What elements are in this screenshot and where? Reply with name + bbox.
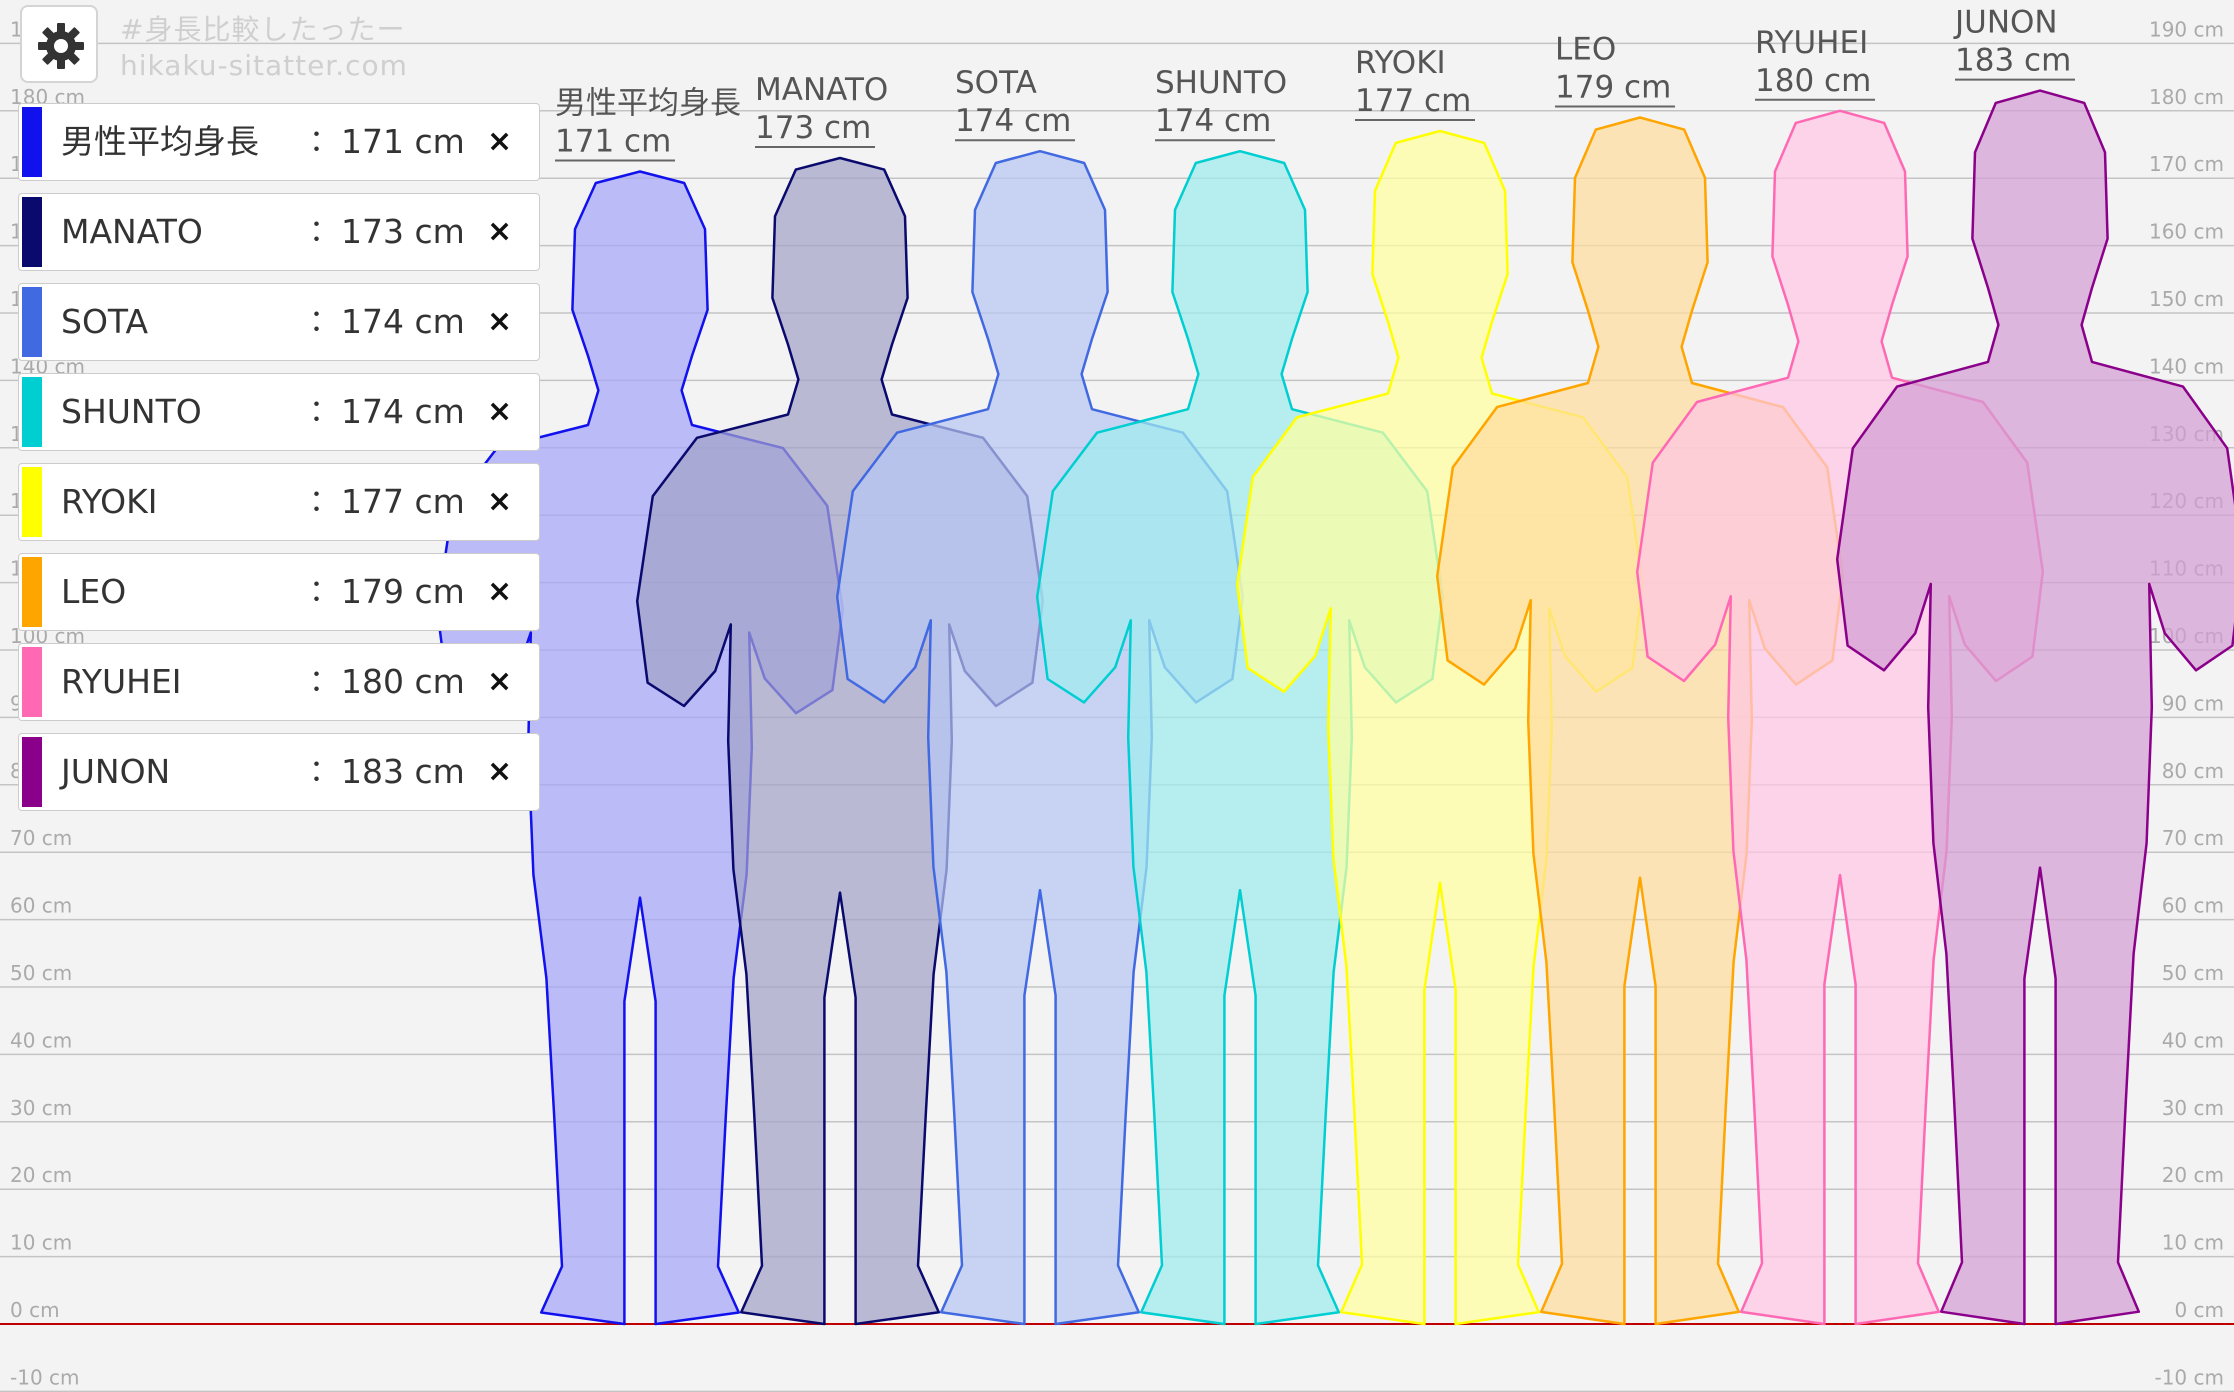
legend-name: RYUHEI (61, 662, 182, 701)
tick-label-right: 150 cm (2149, 287, 2224, 311)
legend-colon: ： (309, 214, 339, 249)
figure-name-label: JUNON (1953, 5, 2058, 41)
tick-label-right: 50 cm (2162, 961, 2224, 985)
tick-label-right: 170 cm (2149, 152, 2224, 176)
legend-colon: ： (309, 304, 339, 339)
color-swatch (22, 467, 42, 537)
tick-label-right: 10 cm (2162, 1231, 2224, 1255)
remove-button[interactable]: × (487, 284, 512, 360)
legend-item[interactable]: JUNON ： 183 cm × (18, 733, 540, 811)
figure-height-label: 173 cm (755, 110, 871, 146)
legend-colon: ： (309, 484, 339, 519)
legend-colon: ： (309, 574, 339, 609)
tick-label-left: 0 cm (10, 1298, 60, 1322)
tick-label-left: -10 cm (10, 1365, 80, 1389)
legend-item[interactable]: MANATO ： 173 cm × (18, 193, 540, 271)
legend-item[interactable]: SOTA ： 174 cm × (18, 283, 540, 361)
remove-button[interactable]: × (487, 734, 512, 810)
figure-height-label: 180 cm (1755, 63, 1871, 99)
legend-height: 180 cm (341, 662, 465, 701)
figure-height-label: 171 cm (555, 123, 671, 159)
legend-colon: ： (309, 754, 339, 789)
legend-item[interactable]: 男性平均身長 ： 171 cm × (18, 103, 540, 181)
tick-label-right: 90 cm (2162, 691, 2224, 715)
figure-name-label: SHUNTO (1155, 65, 1287, 101)
figure-name-label: SOTA (955, 65, 1037, 101)
remove-button[interactable]: × (487, 644, 512, 720)
figure-height-label: 183 cm (1955, 43, 2071, 79)
tick-label-left: 70 cm (10, 826, 72, 850)
legend-height: 177 cm (341, 482, 465, 521)
tick-label-left: 10 cm (10, 1231, 72, 1255)
gear-icon (38, 23, 84, 69)
tick-label-right: 140 cm (2149, 354, 2224, 378)
remove-button[interactable]: × (487, 464, 512, 540)
legend-name: MANATO (61, 212, 203, 251)
figures (435, 89, 2234, 1326)
figure-name-label: RYOKI (1355, 45, 1446, 81)
site-branding: #身長比較したったー hikaku-sitatter.com (120, 12, 408, 84)
legend-colon: ： (309, 124, 339, 159)
color-swatch (22, 287, 42, 357)
tick-label-left: 60 cm (10, 894, 72, 918)
legend-height: 173 cm (341, 212, 465, 251)
color-swatch (22, 647, 42, 717)
legend-name: SHUNTO (61, 392, 202, 431)
tick-label-right: 160 cm (2149, 220, 2224, 244)
figure-height-label: 174 cm (955, 103, 1071, 139)
color-swatch (22, 377, 42, 447)
legend-colon: ： (309, 394, 339, 429)
legend-height: 179 cm (341, 572, 465, 611)
legend-name: 男性平均身長 (61, 122, 259, 161)
color-swatch (22, 557, 42, 627)
color-swatch (22, 737, 42, 807)
figure-name-label: LEO (1555, 32, 1616, 68)
figure-height-label: 174 cm (1155, 103, 1271, 139)
tagline: #身長比較したったー (120, 13, 406, 46)
legend-item[interactable]: SHUNTO ： 174 cm × (18, 373, 540, 451)
legend-item[interactable]: RYUHEI ： 180 cm × (18, 643, 540, 721)
remove-button[interactable]: × (487, 194, 512, 270)
tick-label-right: 60 cm (2162, 894, 2224, 918)
figure-name-label: RYUHEI (1755, 25, 1868, 61)
legend-height: 174 cm (341, 392, 465, 431)
tick-label-left: 50 cm (10, 961, 72, 985)
legend-item[interactable]: RYOKI ： 177 cm × (18, 463, 540, 541)
color-swatch (22, 107, 42, 177)
settings-button[interactable] (20, 5, 98, 83)
tick-label-right: 70 cm (2162, 826, 2224, 850)
tick-label-right: 190 cm (2149, 17, 2224, 41)
figure-name-label: MANATO (755, 72, 888, 108)
figure-name-label: 男性平均身長 (555, 85, 741, 121)
tick-label-right: 180 cm (2149, 85, 2224, 109)
legend-height: 174 cm (341, 302, 465, 341)
tick-label-left: 20 cm (10, 1163, 72, 1187)
remove-button[interactable]: × (487, 374, 512, 450)
figure-height-label: 179 cm (1555, 70, 1671, 106)
site-url: hikaku-sitatter.com (120, 49, 408, 82)
tick-label-right: 40 cm (2162, 1028, 2224, 1052)
remove-button[interactable]: × (487, 104, 512, 180)
tick-label-right: 80 cm (2162, 759, 2224, 783)
tick-label-right: -10 cm (2154, 1365, 2224, 1389)
legend-height: 171 cm (341, 122, 465, 161)
tick-label-right: 20 cm (2162, 1163, 2224, 1187)
person-legend: 男性平均身長： 171 cm × MANATO： 173 cm × SOTA： 174 cm ×… (18, 103, 540, 823)
legend-name: JUNON (61, 752, 171, 791)
figure-height-label: 177 cm (1355, 83, 1471, 119)
tick-label-right: 30 cm (2162, 1096, 2224, 1120)
legend-colon: ： (309, 664, 339, 699)
tick-label-right: 0 cm (2174, 1298, 2224, 1322)
legend-item[interactable]: LEO ： 179 cm × (18, 553, 540, 631)
legend-height: 183 cm (341, 752, 465, 791)
remove-button[interactable]: × (487, 554, 512, 630)
legend-name: LEO (61, 572, 127, 611)
legend-name: SOTA (61, 302, 149, 341)
legend-name: RYOKI (61, 482, 158, 521)
tick-label-left: 40 cm (10, 1028, 72, 1052)
tick-label-left: 30 cm (10, 1096, 72, 1120)
color-swatch (22, 197, 42, 267)
